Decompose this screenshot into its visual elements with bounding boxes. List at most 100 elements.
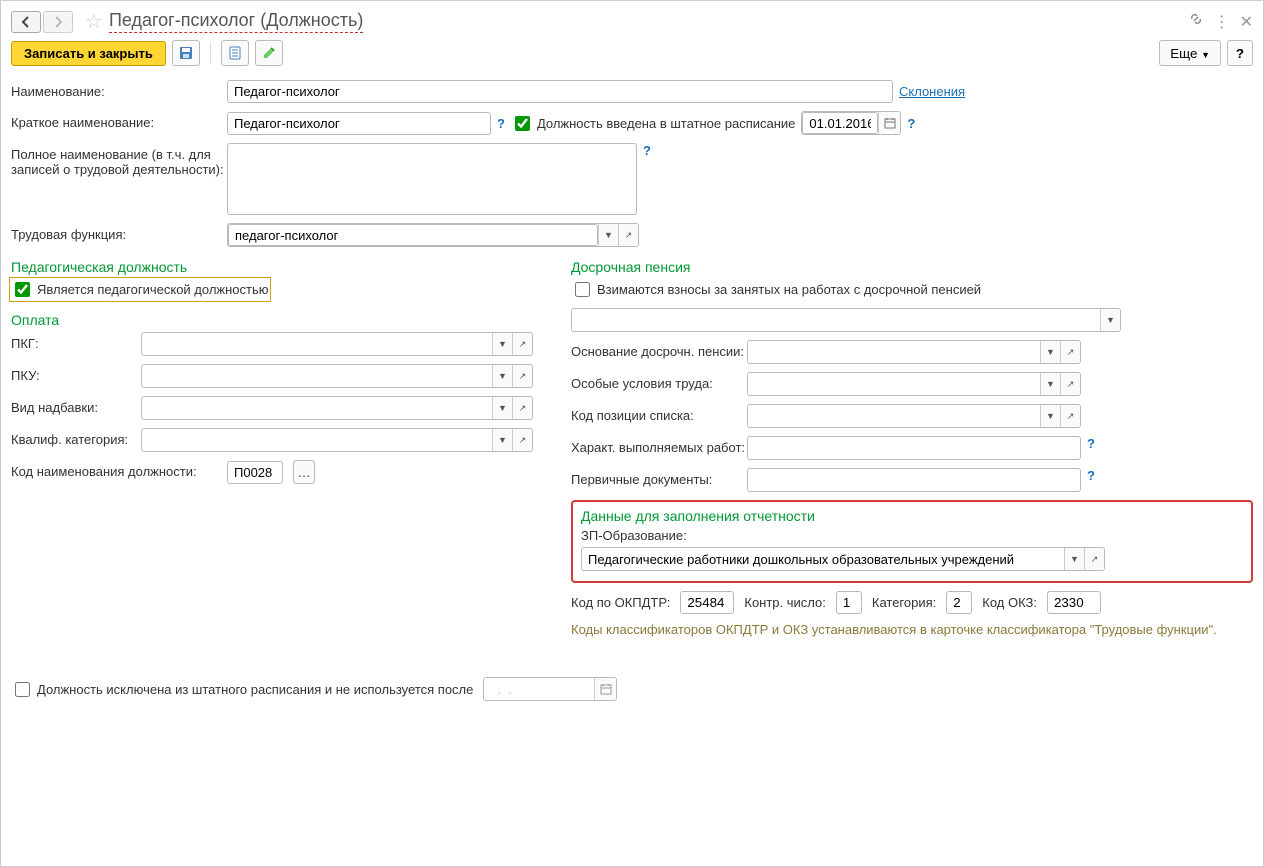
in-staff-date[interactable] [801,111,901,135]
labor-function-input[interactable] [228,224,598,246]
name-input[interactable] [227,80,893,103]
label-work-nature: Характ. выполняемых работ: [571,436,747,455]
document-button[interactable] [221,40,249,66]
declensions-link[interactable]: Склонения [899,84,965,99]
window: ☆ Педагог-психолог (Должность) ⋮ ✕ Запис… [0,0,1264,867]
open-icon[interactable]: ↗ [512,429,532,451]
calendar-icon[interactable] [594,678,616,700]
help-primary-docs[interactable]: ? [1087,468,1095,483]
pkg-combo[interactable]: ▼ ↗ [141,332,533,356]
save-and-close-button[interactable]: Записать и закрыть [11,41,166,66]
chevron-down-icon[interactable]: ▼ [1100,309,1120,331]
code-name-input[interactable] [227,461,283,484]
chevron-down-icon[interactable]: ▼ [1040,341,1060,363]
row-pkg: ПКГ: ▼ ↗ [11,332,551,356]
pku-combo[interactable]: ▼ ↗ [141,364,533,388]
chevron-down-icon[interactable]: ▼ [1040,373,1060,395]
help-short-name[interactable]: ? [497,116,505,131]
zp-edu-input[interactable] [582,548,1064,570]
special-cond-input[interactable] [748,373,1040,395]
pension-extra-combo[interactable]: ▼ [571,308,1121,332]
open-icon[interactable]: ↗ [1084,548,1104,570]
open-icon[interactable]: ↗ [618,224,638,246]
zp-edu-combo[interactable]: ▼ ↗ [581,547,1105,571]
early-pension-checkbox-input[interactable] [575,282,590,297]
label-primary-docs: Первичные документы: [571,468,747,487]
excluded-date[interactable] [483,677,617,701]
is-ped-checkbox-input[interactable] [15,282,30,297]
link-icon[interactable] [1188,11,1204,32]
pku-input[interactable] [142,365,492,387]
open-icon[interactable]: ↗ [512,365,532,387]
short-name-input[interactable] [227,112,491,135]
open-icon[interactable]: ↗ [512,333,532,355]
label-control-num: Контр. число: [744,595,826,610]
calendar-icon[interactable] [878,112,900,134]
row-list-pos: Код позиции списка: ▼ ↗ [571,404,1253,428]
chevron-down-icon[interactable]: ▼ [492,397,512,419]
primary-docs-input[interactable] [747,468,1081,492]
help-full-name[interactable]: ? [643,143,651,158]
label-pkg: ПКГ: [11,332,141,351]
open-icon[interactable]: ↗ [1060,341,1080,363]
list-pos-combo[interactable]: ▼ ↗ [747,404,1081,428]
kebab-menu-icon[interactable]: ⋮ [1214,12,1230,32]
nav-forward-button[interactable] [43,11,73,33]
highlighter-icon [261,45,277,61]
list-pos-input[interactable] [748,405,1040,427]
in-staff-checkbox-input[interactable] [515,116,530,131]
qualif-combo[interactable]: ▼ ↗ [141,428,533,452]
qualif-input[interactable] [142,429,492,451]
label-name: Наименование: [11,80,227,99]
open-icon[interactable]: ↗ [512,397,532,419]
addon-input[interactable] [142,397,492,419]
help-button[interactable]: ? [1227,40,1253,66]
close-icon[interactable]: ✕ [1240,12,1253,32]
label-basis-early: Основание досрочн. пенсии: [571,340,747,359]
pkg-input[interactable] [142,333,492,355]
excluded-date-input[interactable] [484,678,594,700]
special-cond-combo[interactable]: ▼ ↗ [747,372,1081,396]
floppy-icon [178,45,194,61]
category-input[interactable] [946,591,972,614]
nav-back-button[interactable] [11,11,41,33]
open-icon[interactable]: ↗ [1060,373,1080,395]
chevron-down-icon[interactable]: ▼ [1040,405,1060,427]
label-zp-edu: ЗП-Образование: [581,528,1243,543]
label-full-name: Полное наименование (в т.ч. для записей … [11,143,227,177]
is-ped-checkbox[interactable]: Является педагогической должностью [11,279,269,300]
addon-combo[interactable]: ▼ ↗ [141,396,533,420]
more-button[interactable]: Еще ▼ [1159,40,1221,66]
excluded-checkbox-input[interactable] [15,682,30,697]
help-work-nature[interactable]: ? [1087,436,1095,451]
open-icon[interactable]: ↗ [1060,405,1080,427]
chevron-down-icon[interactable]: ▼ [1064,548,1084,570]
in-staff-checkbox[interactable]: Должность введена в штатное расписание [511,113,795,134]
pension-extra-input[interactable] [572,309,1100,331]
label-code-name: Код наименования должности: [11,460,227,479]
basis-early-input[interactable] [748,341,1040,363]
chevron-down-icon[interactable]: ▼ [492,365,512,387]
excluded-checkbox[interactable]: Должность исключена из штатного расписан… [11,679,473,700]
okpdtr-input[interactable] [680,591,734,614]
ellipsis-button[interactable]: … [293,460,315,484]
chevron-down-icon[interactable]: ▼ [492,333,512,355]
work-nature-input[interactable] [747,436,1081,460]
labor-function-combo[interactable]: ▼ ↗ [227,223,639,247]
label-short-name: Краткое наименование: [11,111,227,130]
control-num-input[interactable] [836,591,862,614]
highlight-button[interactable] [255,40,283,66]
save-button[interactable] [172,40,200,66]
early-pension-checkbox[interactable]: Взимаются взносы за занятых на работах с… [571,279,981,300]
basis-early-combo[interactable]: ▼ ↗ [747,340,1081,364]
okz-input[interactable] [1047,591,1101,614]
full-name-textarea[interactable] [227,143,637,215]
in-staff-date-input[interactable] [802,112,878,134]
favorite-star-icon[interactable]: ☆ [85,9,103,34]
in-staff-checkbox-label: Должность введена в штатное расписание [537,116,795,131]
label-addon: Вид надбавки: [11,396,141,415]
chevron-down-icon[interactable]: ▼ [492,429,512,451]
chevron-down-icon[interactable]: ▼ [598,224,618,246]
help-in-staff-date[interactable]: ? [907,116,915,131]
titlebar: ☆ Педагог-психолог (Должность) ⋮ ✕ [11,9,1253,34]
